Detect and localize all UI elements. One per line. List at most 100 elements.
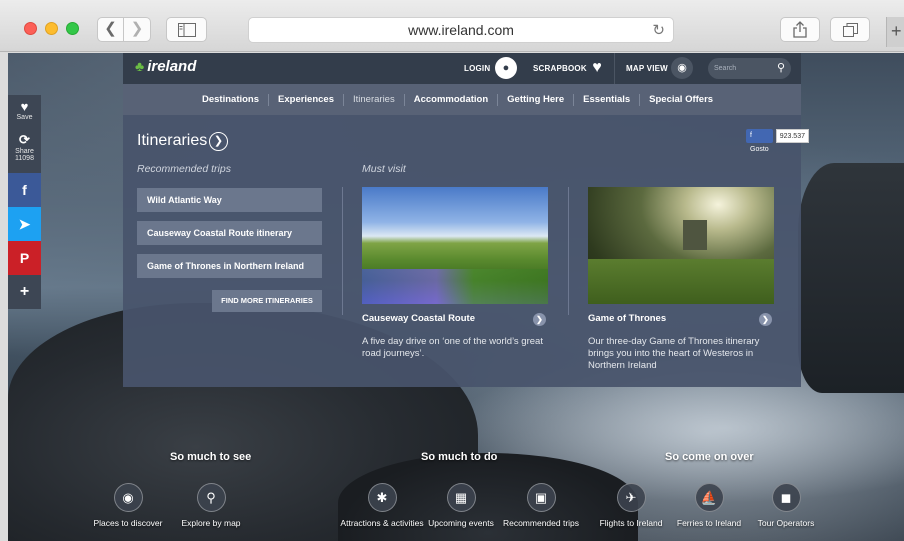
plus-icon: + bbox=[19, 283, 30, 300]
share-count-button[interactable]: ⟳ Share 11098 bbox=[8, 129, 41, 173]
header-divider bbox=[614, 53, 615, 84]
search-icon[interactable]: ⚲ bbox=[777, 58, 785, 79]
facebook-like-button[interactable]: f Gosto bbox=[746, 129, 773, 153]
itineraries-dropdown: Itineraries ❯ f Gosto 923.537 Recommende… bbox=[123, 115, 809, 387]
chevron-right-icon[interactable]: ❯ bbox=[759, 313, 772, 326]
column-divider bbox=[568, 187, 569, 315]
forward-button[interactable]: ❯ bbox=[124, 17, 151, 42]
search-placeholder: Search bbox=[714, 65, 737, 72]
suitcase-icon[interactable]: ▣ bbox=[526, 483, 556, 512]
share-count: 11098 bbox=[15, 155, 34, 162]
nav-item-essentials[interactable]: Essentials bbox=[574, 93, 641, 106]
column-divider bbox=[342, 187, 343, 315]
share-label: Share bbox=[15, 148, 34, 155]
pinterest-share-button[interactable]: P bbox=[8, 241, 41, 275]
url-text: www.ireland.com bbox=[408, 22, 514, 38]
card-title-text: Causeway Coastal Route bbox=[362, 313, 475, 324]
plane-icon[interactable]: ✈ bbox=[616, 483, 646, 512]
causeway-photo[interactable] bbox=[362, 187, 548, 304]
quicklink-ferries[interactable]: ⛵ Ferries to Ireland bbox=[666, 483, 752, 529]
section-heading-do: So much to do bbox=[421, 451, 498, 463]
map-pin-icon[interactable]: ◉ bbox=[671, 57, 693, 79]
cliff-right bbox=[798, 163, 904, 393]
login-link[interactable]: LOGIN bbox=[464, 53, 490, 84]
card-title[interactable]: Causeway Coastal Route ❯ bbox=[362, 313, 548, 327]
reload-icon[interactable]: ↻ bbox=[652, 18, 665, 43]
facebook-icon: f bbox=[750, 132, 752, 139]
more-share-button[interactable]: + bbox=[8, 275, 41, 309]
main-navigation: Destinations Experiences Itineraries Acc… bbox=[123, 84, 801, 115]
must-visit-heading: Must visit bbox=[362, 163, 406, 175]
chevron-right-icon[interactable]: ❯ bbox=[533, 313, 546, 326]
quicklink-label: Tour Operators bbox=[757, 518, 815, 528]
sidebar-icon bbox=[177, 23, 196, 37]
logo-text: ireland bbox=[147, 58, 197, 75]
eye-icon[interactable]: ◉ bbox=[113, 483, 143, 512]
heart-plus-icon[interactable]: ♥ bbox=[586, 57, 608, 79]
nav-item-special-offers[interactable]: Special Offers bbox=[640, 94, 722, 106]
share-nodes-icon: ⟳ bbox=[19, 132, 30, 147]
nav-item-getting-here[interactable]: Getting Here bbox=[498, 93, 575, 106]
running-icon[interactable]: ✱ bbox=[367, 483, 397, 512]
dropdown-title[interactable]: Itineraries bbox=[137, 132, 207, 150]
quicklink-attractions[interactable]: ✱ Attractions & activities bbox=[339, 483, 425, 529]
new-tab-button[interactable]: + bbox=[886, 17, 904, 47]
facebook-like-widget[interactable]: f Gosto 923.537 bbox=[746, 129, 809, 153]
back-button[interactable]: ❮ bbox=[97, 17, 124, 42]
nav-item-itineraries[interactable]: Itineraries bbox=[344, 93, 405, 106]
search-input[interactable]: Search ⚲ bbox=[708, 58, 791, 79]
twitter-icon: ➤ bbox=[18, 216, 31, 232]
facebook-like-count: 923.537 bbox=[775, 129, 809, 143]
quicklink-explore-by-map[interactable]: ⚲ Explore by map bbox=[168, 483, 254, 529]
close-window-button[interactable] bbox=[24, 22, 37, 35]
chevron-right-circle-icon[interactable]: ❯ bbox=[209, 132, 228, 151]
minimize-window-button[interactable] bbox=[45, 22, 58, 35]
facebook-share-button[interactable]: f bbox=[8, 173, 41, 207]
show-tabs-button[interactable] bbox=[830, 17, 870, 42]
nav-item-destinations[interactable]: Destinations bbox=[193, 93, 270, 106]
recommended-trips-heading: Recommended trips bbox=[137, 163, 231, 175]
card-description: Our three-day Game of Thrones itinerary … bbox=[588, 336, 760, 371]
quicklink-label: Flights to Ireland bbox=[599, 518, 663, 528]
chevron-right-icon: ❯ bbox=[130, 20, 144, 37]
scrapbook-link[interactable]: SCRAPBOOK bbox=[533, 53, 587, 84]
find-more-itineraries-button[interactable]: FIND MORE ITINERARIES bbox=[212, 290, 322, 312]
quicklink-recommended-trips[interactable]: ▣ Recommended trips bbox=[498, 483, 584, 529]
quicklink-upcoming-events[interactable]: ▦ Upcoming events bbox=[418, 483, 504, 529]
nav-item-experiences[interactable]: Experiences bbox=[269, 93, 344, 106]
save-button[interactable]: ♥ Save bbox=[8, 95, 41, 129]
quicklink-flights[interactable]: ✈ Flights to Ireland bbox=[588, 483, 674, 529]
nav-item-accommodation[interactable]: Accommodation bbox=[405, 93, 499, 106]
quicklink-label: Upcoming events bbox=[428, 518, 494, 528]
heart-icon: ♥ bbox=[20, 99, 29, 114]
calendar-icon[interactable]: ▦ bbox=[446, 483, 476, 512]
card-title[interactable]: Game of Thrones ❯ bbox=[588, 313, 774, 327]
quicklink-tour-operators[interactable]: ◼ Tour Operators bbox=[743, 483, 829, 529]
game-of-thrones-photo[interactable] bbox=[588, 187, 774, 304]
address-bar[interactable]: www.ireland.com ↻ bbox=[248, 17, 674, 43]
trip-causeway-coastal[interactable]: Causeway Coastal Route itinerary bbox=[137, 221, 322, 245]
share-button[interactable] bbox=[780, 17, 820, 42]
quicklink-label: Places to discover bbox=[93, 518, 163, 528]
trip-wild-atlantic-way[interactable]: Wild Atlantic Way bbox=[137, 188, 322, 212]
card-causeway-coastal-route[interactable]: Causeway Coastal Route ❯ A five day driv… bbox=[362, 187, 548, 360]
map-pin-icon[interactable]: ⚲ bbox=[196, 483, 226, 512]
twitter-share-button[interactable]: ➤ bbox=[8, 207, 41, 241]
sidebar-toggle-button[interactable] bbox=[166, 17, 207, 42]
ireland-logo[interactable]: ♣ ireland bbox=[135, 58, 196, 75]
trip-game-of-thrones[interactable]: Game of Thrones in Northern Ireland bbox=[137, 254, 322, 278]
card-description: A five day drive on ‘one of the world’s … bbox=[362, 336, 543, 359]
bus-icon[interactable]: ◼ bbox=[771, 483, 801, 512]
map-view-link[interactable]: MAP VIEW bbox=[626, 53, 668, 84]
ferry-icon[interactable]: ⛵ bbox=[694, 483, 724, 512]
chevron-left-icon: ❮ bbox=[104, 20, 117, 37]
card-game-of-thrones[interactable]: Game of Thrones ❯ Our three-day Game of … bbox=[588, 187, 774, 372]
site-header: ♣ ireland LOGIN ● SCRAPBOOK ♥ MAP VIEW ◉ … bbox=[123, 53, 801, 84]
facebook-like-label: Gosto bbox=[750, 146, 769, 153]
quicklink-label: Attractions & activities bbox=[340, 518, 424, 528]
quicklink-places-to-discover[interactable]: ◉ Places to discover bbox=[85, 483, 171, 529]
quicklink-label: Explore by map bbox=[181, 518, 241, 528]
user-icon[interactable]: ● bbox=[495, 57, 517, 79]
pinterest-icon: P bbox=[19, 250, 30, 266]
zoom-window-button[interactable] bbox=[66, 22, 79, 35]
